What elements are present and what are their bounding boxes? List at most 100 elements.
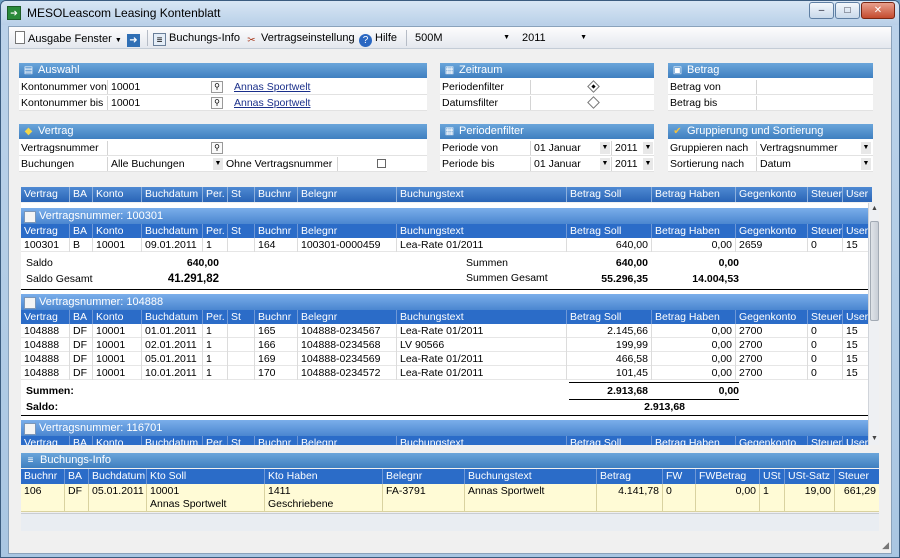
col-konto[interactable]: Konto bbox=[92, 187, 141, 202]
chevron-down-icon: ▼ bbox=[503, 34, 510, 41]
chevron-down-icon[interactable]: ▼ bbox=[213, 158, 223, 170]
gruppieren-select[interactable]: Vertragsnummer bbox=[756, 141, 873, 155]
cell-vertrag: 104888 bbox=[24, 339, 60, 351]
cell-vertrag: 104888 bbox=[24, 367, 60, 379]
col-label: Vertrag bbox=[24, 437, 58, 445]
cell-betrag-haben: 0,00 bbox=[651, 338, 735, 352]
col-label: BA bbox=[69, 224, 92, 238]
chevron-down-icon[interactable]: ▼ bbox=[600, 142, 610, 154]
col-betrag-soll[interactable]: Betrag Soll bbox=[566, 187, 651, 202]
col-buchnr[interactable]: Buchnr bbox=[254, 187, 297, 202]
cell-ba: B bbox=[69, 238, 92, 252]
cell-betrag-haben: 0,00 bbox=[651, 366, 735, 380]
col-betrag-haben[interactable]: Betrag Haben bbox=[651, 187, 735, 202]
chevron-down-icon[interactable]: ▼ bbox=[600, 158, 610, 170]
sortierung-label: Sortierung nach bbox=[670, 158, 745, 170]
group-separator bbox=[21, 415, 879, 416]
vertragsnummer-input[interactable] bbox=[107, 141, 211, 155]
col-gegenkonto[interactable]: Gegenkonto bbox=[735, 187, 807, 202]
datumsfilter-label: Datumsfilter bbox=[442, 97, 499, 109]
exit-button[interactable]: ➜ bbox=[127, 31, 143, 47]
buchungs-info-button[interactable]: ≡ Buchungs-Info bbox=[153, 31, 240, 46]
col-label: Steuer bbox=[807, 224, 842, 238]
chevron-down-icon[interactable]: ▼ bbox=[861, 158, 871, 170]
mandant-select[interactable]: 500M ▼ bbox=[412, 30, 512, 46]
periode-von-month-select[interactable]: 01 Januar bbox=[530, 141, 610, 155]
col-label: Belegnr bbox=[382, 469, 464, 484]
col-steuer[interactable]: Steuer bbox=[807, 187, 842, 202]
cell-buchnr: 165 bbox=[254, 324, 297, 338]
col-label: Buchnr bbox=[254, 224, 297, 238]
col-label: BA bbox=[69, 436, 92, 445]
kontonummer-bis-input[interactable]: 10001 bbox=[107, 96, 211, 110]
hilfe-button[interactable]: ? Hilfe bbox=[359, 31, 397, 47]
summen-gesamt-soll-value: 55.296,35 bbox=[601, 273, 648, 285]
betrag-bis-input[interactable] bbox=[756, 96, 873, 110]
col-user[interactable]: User bbox=[842, 187, 872, 202]
chevron-down-icon[interactable]: ▼ bbox=[643, 158, 653, 170]
sortierung-row: Sortierung nach Datum ▼ bbox=[668, 156, 873, 172]
minimize-button[interactable]: – bbox=[809, 2, 834, 19]
cell-per: 1 bbox=[202, 324, 227, 338]
group-header[interactable]: Vertragsnummer: 116701 bbox=[21, 420, 879, 436]
col-label: Betrag Haben bbox=[651, 310, 735, 324]
col-label: St bbox=[227, 224, 254, 238]
sortierung-select[interactable]: Datum bbox=[756, 157, 873, 171]
group-header[interactable]: Vertragsnummer: 104888 bbox=[21, 294, 879, 310]
vertragseinstellung-button[interactable]: ✂ Vertragseinstellung bbox=[245, 31, 354, 46]
chevron-down-icon[interactable]: ▼ bbox=[861, 142, 871, 154]
cell-gegenkonto: 2700 bbox=[735, 352, 807, 366]
close-button[interactable]: ✕ bbox=[861, 2, 895, 19]
scroll-up-icon[interactable]: ▲ bbox=[869, 203, 880, 215]
search-icon[interactable]: ⚲ bbox=[211, 81, 223, 93]
search-icon[interactable]: ⚲ bbox=[211, 97, 223, 109]
resize-grip-icon[interactable]: ◢ bbox=[882, 540, 889, 551]
table-row[interactable]: 104888 DF 10001 01.01.2011 1 165 104888-… bbox=[21, 324, 879, 338]
datumsfilter-row: Datumsfilter bbox=[440, 95, 654, 111]
col-label: Kto Soll bbox=[146, 469, 264, 484]
col-label: Buchungstext bbox=[396, 224, 566, 238]
grid-scrollbar[interactable]: ▲ ▼ bbox=[868, 203, 879, 445]
search-icon[interactable]: ⚲ bbox=[211, 142, 223, 154]
cell-konto: 10001 bbox=[92, 324, 141, 338]
maximize-button[interactable]: □ bbox=[835, 2, 860, 19]
table-row[interactable]: 104888 DF 10001 02.01.2011 1 166 104888-… bbox=[21, 338, 879, 352]
summen-label: Summen: bbox=[26, 385, 74, 397]
kontonummer-bis-link[interactable]: Annas Sportwelt bbox=[234, 97, 310, 109]
kontonummer-von-link[interactable]: Annas Sportwelt bbox=[234, 81, 310, 93]
betrag-von-input[interactable] bbox=[756, 80, 873, 94]
table-row[interactable]: 104888 DF 10001 10.01.2011 1 170 104888-… bbox=[21, 366, 879, 380]
cell-buchdatum: 10.01.2011 bbox=[141, 366, 202, 380]
col-st[interactable]: St bbox=[227, 187, 254, 202]
cell-betrag-haben: 0,00 bbox=[651, 352, 735, 366]
scroll-down-icon[interactable]: ▼ bbox=[869, 433, 880, 445]
cell-buchdatum: 05.01.2011 bbox=[141, 352, 202, 366]
table-row[interactable]: 104888 DF 10001 05.01.2011 1 169 104888-… bbox=[21, 352, 879, 366]
info-buchnr: 106 bbox=[24, 485, 42, 497]
col-ba[interactable]: BA bbox=[69, 187, 92, 202]
info-fw: 0 bbox=[662, 484, 695, 512]
col-label: Gegenkonto bbox=[735, 310, 807, 324]
periode-bis-month-select[interactable]: 01 Januar bbox=[530, 157, 610, 171]
col-vertrag[interactable]: Vertrag bbox=[21, 187, 69, 202]
col-per[interactable]: Per. bbox=[202, 187, 227, 202]
buchungen-select[interactable]: Alle Buchungen bbox=[107, 157, 225, 171]
cell-ba: DF bbox=[69, 366, 92, 380]
kontonummer-von-input[interactable]: 10001 bbox=[107, 80, 211, 94]
chevron-down-icon[interactable]: ▼ bbox=[643, 142, 653, 154]
cell-vertrag: 100301 bbox=[24, 239, 60, 251]
col-label: Buchnr bbox=[254, 310, 297, 324]
col-belegnr[interactable]: Belegnr bbox=[297, 187, 396, 202]
cell-betrag-soll: 199,99 bbox=[566, 338, 651, 352]
year-select[interactable]: 2011 ▼ bbox=[519, 30, 589, 46]
table-row[interactable]: 100301 B 10001 09.01.2011 1 164 100301-0… bbox=[21, 238, 879, 252]
group-header[interactable]: Vertragsnummer: 100301 bbox=[21, 208, 879, 224]
scroll-thumb[interactable] bbox=[870, 221, 879, 321]
ausgabe-fenster-button[interactable]: Ausgabe Fenster ▼ bbox=[15, 31, 122, 45]
cell-vertrag: 104888 bbox=[24, 325, 60, 337]
col-buchungstext[interactable]: Buchungstext bbox=[396, 187, 566, 202]
col-label: Buchnr bbox=[24, 470, 58, 482]
col-buchdatum[interactable]: Buchdatum bbox=[141, 187, 202, 202]
buchungs-info-row[interactable]: 106 DF 05.01.2011 10001 Annas Sportwelt 1… bbox=[21, 484, 879, 512]
ohne-vertragsnummer-checkbox[interactable] bbox=[377, 159, 386, 168]
